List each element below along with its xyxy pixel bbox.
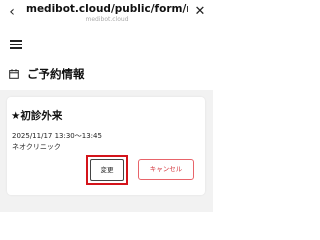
url-title: medibot.cloud/public/form/myp... (26, 3, 188, 15)
chevron-left-icon[interactable]: ‹ (5, 4, 19, 20)
visit-type: ★初診外来 (11, 110, 63, 122)
page-header: ご予約情報 (0, 62, 213, 86)
hamburger-menu-icon[interactable] (10, 40, 22, 49)
url-subtitle: medibot.cloud (85, 16, 129, 23)
reservation-datetime: 2025/11/17 13:30〜13:45 (12, 132, 102, 140)
clinic-name: ネオクリニック (12, 143, 61, 151)
page-title: ご予約情報 (27, 67, 85, 81)
change-button-highlight: 変更 (86, 155, 128, 185)
calendar-icon (9, 69, 19, 79)
cancel-button[interactable]: キャンセル (138, 159, 194, 180)
browser-topbar: ‹ medibot.cloud/public/form/myp... medib… (0, 0, 213, 26)
change-button[interactable]: 変更 (90, 159, 124, 181)
close-icon[interactable]: ✕ (193, 4, 207, 20)
